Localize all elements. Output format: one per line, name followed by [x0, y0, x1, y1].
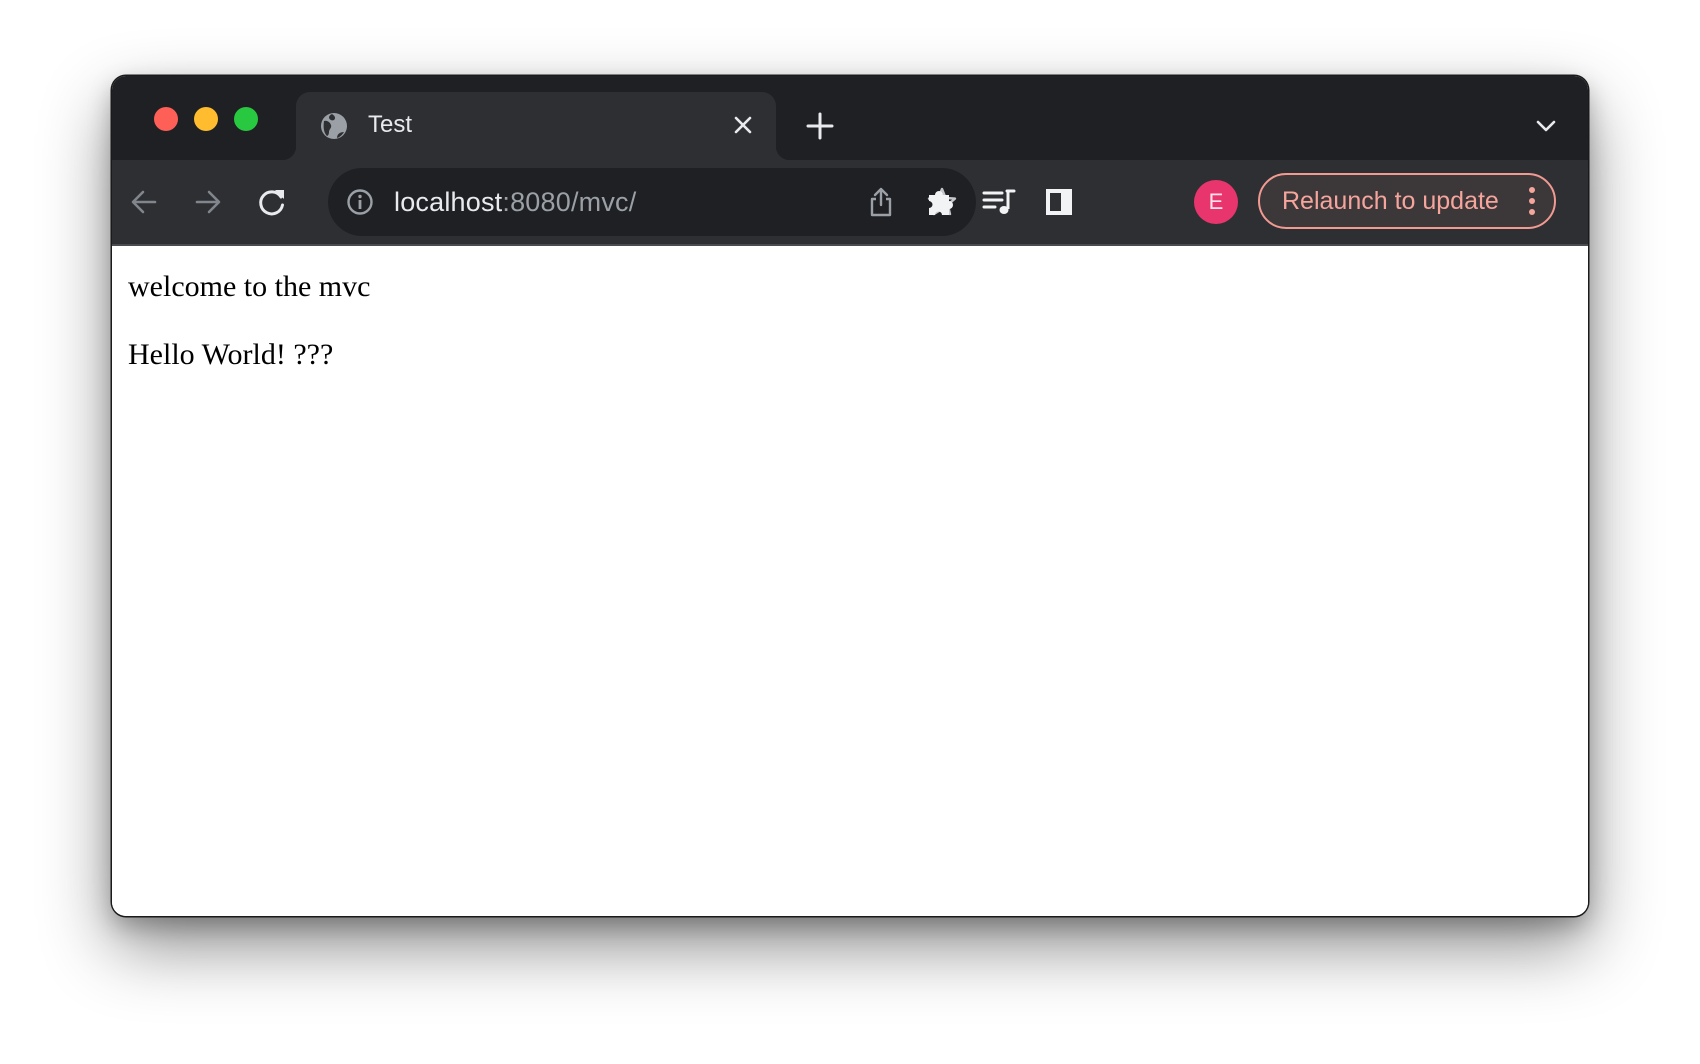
url-path: :8080/mvc/	[502, 187, 637, 217]
plus-icon[interactable]	[805, 111, 835, 141]
minimize-window-button[interactable]	[194, 107, 218, 131]
media-queue-icon[interactable]	[981, 184, 1017, 220]
arrow-left-icon	[131, 190, 157, 214]
side-panel-icon[interactable]	[1041, 184, 1077, 220]
tab-title: Test	[368, 111, 413, 138]
info-icon[interactable]	[346, 188, 374, 216]
reload-icon	[259, 190, 284, 216]
url-text[interactable]: localhost:8080/mvc/	[394, 185, 636, 219]
close-tab-icon[interactable]	[728, 110, 758, 140]
kebab-menu-icon[interactable]	[1528, 185, 1536, 217]
tab-active[interactable]: Test	[282, 92, 790, 160]
browser-window: Test localhost:8080/mvc/ E Relaunch to u…	[112, 76, 1588, 916]
globe-icon	[320, 112, 348, 140]
profile-avatar[interactable]: E	[1194, 180, 1238, 224]
share-icon[interactable]	[866, 186, 896, 218]
back-button[interactable]	[126, 184, 162, 220]
close-window-button[interactable]	[154, 107, 178, 131]
url-host: localhost	[394, 187, 503, 217]
zoom-window-button[interactable]	[234, 107, 258, 131]
page-content: welcome to the mvc Hello World! ???	[112, 246, 1588, 916]
forward-button[interactable]	[190, 184, 226, 220]
address-bar[interactable]: localhost:8080/mvc/	[328, 168, 976, 236]
tab-strip: Test	[112, 76, 1588, 160]
traffic-lights	[154, 107, 258, 131]
relaunch-to-update-button[interactable]: Relaunch to update	[1258, 173, 1556, 229]
welcome-text: welcome to the mvc	[128, 270, 371, 303]
reload-button[interactable]	[254, 184, 290, 220]
toolbar: localhost:8080/mvc/ E Relaunch to update	[112, 160, 1588, 246]
relaunch-label: Relaunch to update	[1282, 187, 1499, 215]
arrow-right-icon	[195, 190, 221, 214]
puzzle-icon[interactable]	[922, 184, 958, 220]
hello-world-text: Hello World! ???	[128, 338, 334, 371]
chevron-down-icon[interactable]	[1534, 114, 1558, 138]
